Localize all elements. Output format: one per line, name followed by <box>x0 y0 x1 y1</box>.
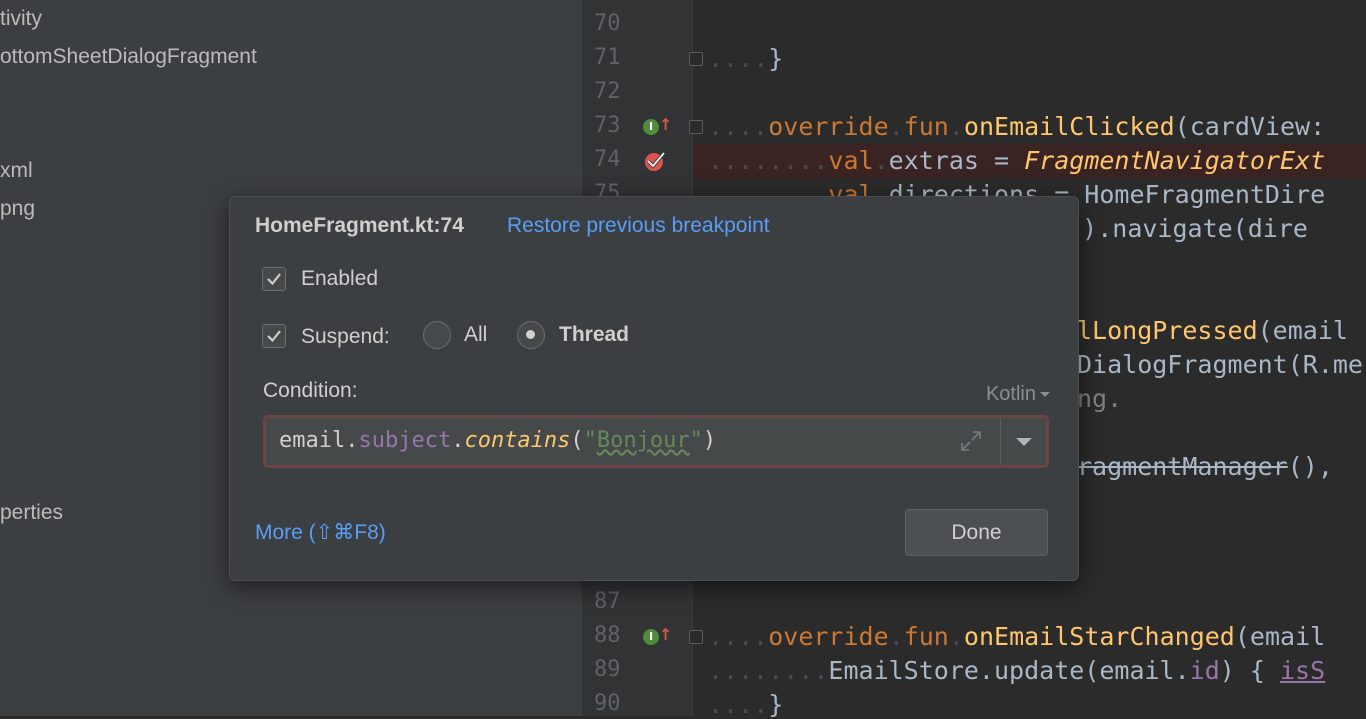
code-line-81: ng. <box>1077 384 1123 413</box>
suspend-thread-radio[interactable] <box>517 321 545 349</box>
fold-marker-icon[interactable] <box>689 52 703 66</box>
fold-marker-icon[interactable] <box>689 120 703 134</box>
history-dropdown-icon[interactable] <box>1016 438 1032 446</box>
condition-expression[interactable]: email.subject.contains("Bonjour") <box>279 428 716 453</box>
code-line-79: lLongPressed(email <box>1077 316 1348 345</box>
code-line-80: DialogFragment(R.me <box>1077 350 1363 379</box>
more-options-link[interactable]: More (⇧⌘F8) <box>255 520 386 545</box>
restore-breakpoint-link[interactable]: Restore previous breakpoint <box>507 214 770 238</box>
suspend-all-label: All <box>464 323 488 346</box>
code-line-71: ....} <box>708 44 784 73</box>
line-number: 72 <box>594 79 621 104</box>
dropdown-separator <box>1000 418 1001 465</box>
checkmark-icon <box>267 330 281 343</box>
code-line-73: ....override.fun.onEmailClicked(cardView… <box>708 112 1326 141</box>
suspend-checkbox[interactable] <box>262 324 286 348</box>
code-line-89: ........EmailStore.update(email.id) { is… <box>708 656 1326 685</box>
code-line-83: ragmentManager(), <box>1077 452 1333 481</box>
tree-item[interactable]: ottomSheetDialogFragment <box>0 45 257 69</box>
checkmark-icon <box>267 273 281 286</box>
code-line-88: ....override.fun.onEmailStarChanged(emai… <box>708 622 1326 651</box>
line-number: 71 <box>594 45 621 70</box>
breakpoint-properties-popup: HomeFragment.kt:74 Restore previous brea… <box>229 196 1079 581</box>
tree-item[interactable]: png <box>0 197 35 221</box>
breakpoint-location-title: HomeFragment.kt:74 <box>255 214 464 237</box>
suspend-label: Suspend: <box>301 325 390 348</box>
conditional-breakpoint-icon[interactable] <box>644 150 666 172</box>
fold-marker-icon[interactable] <box>689 630 703 644</box>
tree-item[interactable]: perties <box>0 501 63 525</box>
done-button[interactable]: Done <box>905 509 1048 556</box>
chevron-down-icon <box>1040 392 1050 398</box>
suspend-thread-label: Thread <box>559 323 630 346</box>
line-number: 87 <box>594 589 621 614</box>
language-label: Kotlin <box>985 383 1036 405</box>
condition-input[interactable]: email.subject.contains("Bonjour") <box>263 415 1049 468</box>
go-to-super-arrow-icon[interactable]: ↑ <box>659 115 672 134</box>
line-number: 73 <box>594 113 621 138</box>
code-line-74: ........val.extras = FragmentNavigatorEx… <box>708 146 1326 175</box>
language-selector[interactable]: Kotlin <box>986 383 1050 406</box>
line-number: 70 <box>594 11 621 36</box>
go-to-super-arrow-icon[interactable]: ↑ <box>659 625 672 644</box>
enabled-checkbox[interactable] <box>262 267 286 291</box>
implementing-method-icon[interactable]: I <box>643 629 659 645</box>
suspend-all-radio[interactable] <box>423 321 451 349</box>
tree-item[interactable]: xml <box>0 159 33 183</box>
tree-item[interactable]: tivity <box>0 7 42 31</box>
line-number: 89 <box>594 657 621 682</box>
implementing-method-icon[interactable]: I <box>643 119 659 135</box>
condition-label: Condition: <box>263 379 358 402</box>
radio-selected-dot <box>526 330 535 339</box>
expand-icon[interactable] <box>958 428 984 454</box>
enabled-label: Enabled <box>301 267 379 290</box>
line-number: 88 <box>594 623 621 648</box>
code-line-90: ....} <box>708 690 784 719</box>
line-number: 90 <box>594 691 621 716</box>
line-number: 74 <box>594 147 621 172</box>
